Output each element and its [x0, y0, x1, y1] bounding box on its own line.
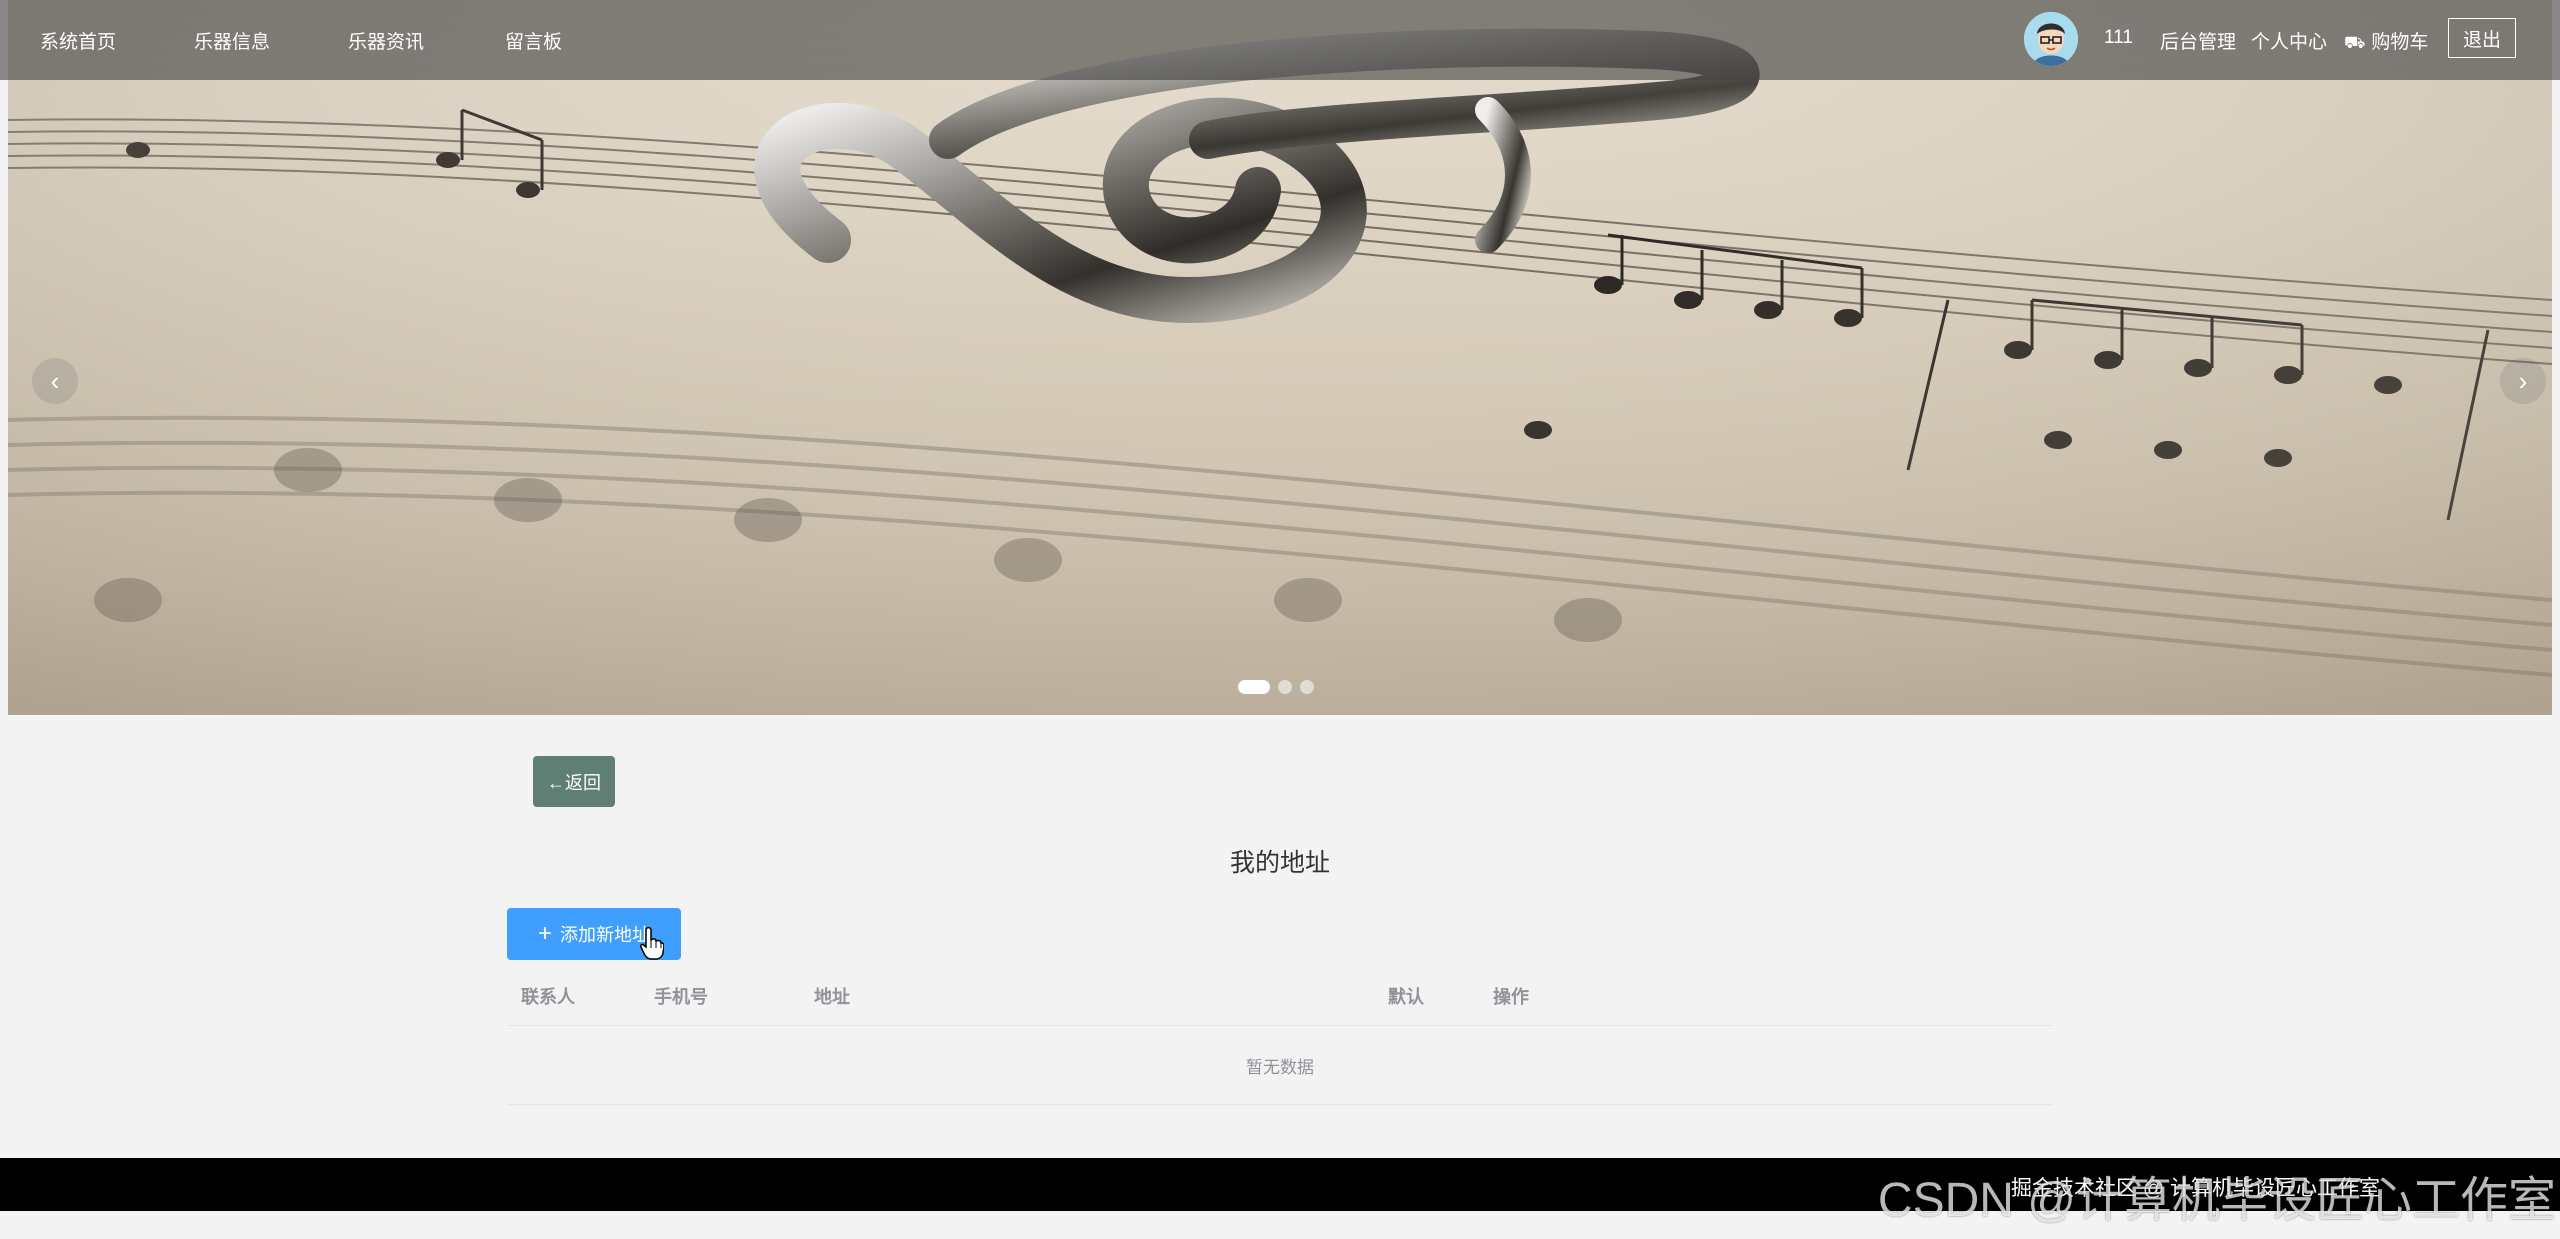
plus-icon: +	[537, 920, 552, 947]
column-header-actions: 操作	[1493, 987, 1529, 1007]
empty-text: 暂无数据	[1246, 1057, 1314, 1077]
banner-image	[8, 0, 2552, 715]
carousel-indicator[interactable]	[1300, 680, 1314, 694]
cart-icon: ⛟	[2344, 33, 2366, 52]
cart-link[interactable]: ⛟ 购物车	[2344, 27, 2428, 55]
carousel-indicator[interactable]	[1238, 680, 1270, 694]
chevron-left-icon: ‹	[50, 365, 60, 396]
carousel-indicators	[1238, 680, 1314, 694]
banner-carousel: ‹ ›	[8, 0, 2552, 715]
carousel-next-button[interactable]: ›	[2500, 358, 2546, 404]
user-avatar-icon	[2024, 12, 2078, 66]
nav-item-home[interactable]: 系统首页	[40, 27, 116, 54]
column-header-phone: 手机号	[654, 987, 708, 1007]
nav-item-message-board[interactable]: 留言板	[505, 27, 562, 54]
column-header-contact: 联系人	[521, 987, 575, 1007]
add-address-label: 添加新地址	[560, 925, 650, 945]
profile-link[interactable]: 个人中心	[2251, 27, 2327, 54]
avatar[interactable]	[2024, 12, 2078, 66]
table-header: 联系人 手机号 地址 默认 操作	[507, 955, 2053, 1026]
column-header-default: 默认	[1388, 987, 1424, 1007]
watermark: CSDN @计算机毕设匠心工作室	[1877, 1174, 2556, 1227]
nav-item-instruments[interactable]: 乐器信息	[194, 27, 270, 54]
chevron-right-icon: ›	[2518, 365, 2528, 396]
back-button[interactable]: ←返回	[533, 756, 615, 807]
cart-label: 购物车	[2371, 32, 2429, 53]
username-label[interactable]: 111	[2104, 27, 2133, 49]
carousel-prev-button[interactable]: ‹	[32, 358, 78, 404]
table-empty-state: 暂无数据	[507, 1026, 2053, 1105]
address-table: 联系人 手机号 地址 默认 操作 暂无数据	[507, 955, 2053, 1105]
nav-item-news[interactable]: 乐器资讯	[348, 27, 424, 54]
logout-button[interactable]: 退出	[2448, 18, 2516, 58]
page-title: 我的地址	[1229, 849, 1330, 877]
top-navigation: 系统首页 乐器信息 乐器资讯 留言板 111 后台管理 个人中心 ⛟ 购物车 退出	[0, 0, 2560, 80]
carousel-indicator[interactable]	[1278, 680, 1292, 694]
admin-link[interactable]: 后台管理	[2160, 27, 2236, 54]
column-header-address: 地址	[814, 987, 850, 1007]
